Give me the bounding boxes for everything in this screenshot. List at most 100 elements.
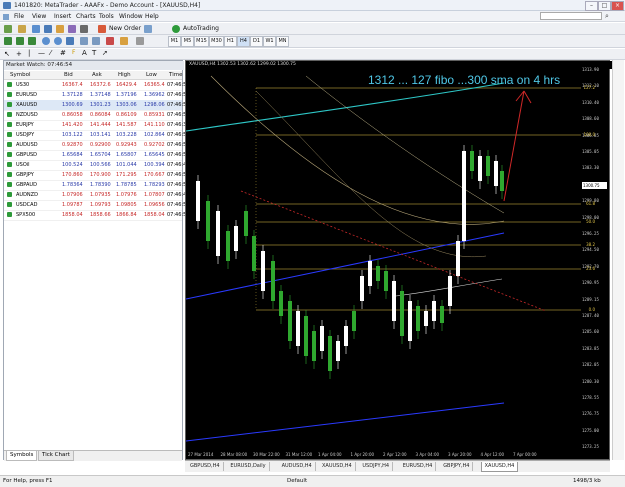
autotrading-button[interactable]: AutoTrading — [183, 25, 219, 32]
maximize-button[interactable]: □ — [598, 1, 611, 11]
symbol-icon — [7, 182, 12, 187]
market-watch-icon[interactable] — [32, 25, 40, 33]
chart-tab[interactable]: AUDUSD,H4 — [279, 462, 316, 471]
quote-cell: 1.36962 — [144, 92, 165, 98]
quote-cell: 1866.84 — [116, 212, 137, 218]
symbol-icon — [7, 152, 12, 157]
quote-cell: 170.667 — [144, 172, 165, 178]
col-time[interactable]: Time — [169, 72, 182, 78]
data-window-icon[interactable] — [44, 25, 52, 33]
trendline-icon[interactable]: ⁄ — [50, 49, 51, 57]
menu-charts[interactable]: Charts — [76, 13, 96, 20]
periods-icon[interactable] — [120, 37, 128, 45]
symbol-icon — [7, 142, 12, 147]
new-order-button[interactable]: New Order — [109, 25, 141, 32]
menu-tools[interactable]: Tools — [99, 13, 114, 20]
line-chart-icon[interactable] — [28, 37, 36, 45]
timeframe-h4[interactable]: H4 — [237, 36, 250, 47]
autotrading-icon[interactable] — [172, 25, 180, 33]
quote-cell: 16367.4 — [62, 82, 83, 88]
quote-cell: 0.85931 — [144, 112, 165, 118]
auto-scroll-icon[interactable] — [80, 37, 88, 45]
price-tick: 1305.05 — [582, 149, 599, 154]
symbol-name: US30 — [16, 82, 30, 88]
tab-symbols[interactable]: Symbols — [6, 451, 38, 461]
quote-cell: 1.09805 — [116, 202, 137, 208]
date-tick: 3 Apr 20:00 — [448, 452, 472, 457]
toolbar-drawing: ↖ + | — ⁄ # F A T ➚ — [0, 49, 625, 60]
market-watch-row[interactable]: SPX500 1858.04 1858.66 1866.84 1858.04 07:46:… — [4, 210, 189, 221]
chart-tab[interactable]: GBPUSD,H4 — [187, 462, 224, 471]
vertical-scrollbar[interactable] — [612, 60, 624, 460]
quote-cell: 1.37128 — [62, 92, 83, 98]
cursor-icon[interactable]: ↖ — [4, 50, 10, 58]
candle-body — [368, 261, 372, 286]
minimize-button[interactable]: – — [585, 1, 598, 11]
menu-file[interactable]: File — [14, 13, 24, 20]
col-low[interactable]: Low — [146, 72, 157, 78]
price-tick: 1313.90 — [582, 67, 599, 72]
timeframe-h1[interactable]: H1 — [224, 36, 237, 47]
crosshair-icon[interactable]: + — [16, 50, 22, 58]
chart-tab[interactable]: XAUUSD,H4 — [319, 462, 356, 471]
chart-tab[interactable]: USDJPY,H4 — [359, 462, 394, 471]
price-tick: 1280.30 — [582, 378, 599, 384]
menu-window[interactable]: Window — [119, 13, 143, 20]
timeframe-d1[interactable]: D1 — [250, 36, 263, 47]
templates-icon[interactable] — [136, 37, 144, 45]
symbol-name: AUDNZD — [16, 192, 38, 198]
navigator-icon[interactable] — [56, 25, 64, 33]
search-icon[interactable]: ⌕ — [605, 12, 609, 21]
horizontal-line-icon[interactable]: — — [38, 49, 45, 57]
price-chart[interactable] — [186, 61, 609, 459]
chart-tab[interactable]: GBPJPY,H4 — [440, 462, 474, 471]
new-chart-icon[interactable] — [4, 25, 12, 33]
chart-tab[interactable]: EURUSD,H4 — [400, 462, 437, 471]
candle-body — [320, 326, 324, 351]
date-tick: 4 Apr 12:00 — [480, 452, 505, 457]
symbol-name: SPX500 — [16, 212, 36, 218]
metaeditor-icon[interactable] — [144, 25, 152, 33]
zoom-out-icon[interactable] — [54, 37, 62, 45]
close-button[interactable]: × — [611, 1, 624, 11]
tab-tick-chart[interactable]: Tick Chart — [38, 451, 74, 461]
col-ask[interactable]: Ask — [92, 72, 102, 78]
chart-tab[interactable]: XAUUSD,H4 — [480, 462, 519, 472]
menu-insert[interactable]: Insert — [54, 13, 71, 20]
text-icon[interactable]: A — [82, 49, 87, 57]
col-symbol[interactable]: Symbol — [10, 72, 31, 78]
timeframe-m5[interactable]: M5 — [181, 36, 194, 47]
timeframe-mn[interactable]: MN — [276, 36, 289, 47]
col-bid[interactable]: Bid — [64, 72, 73, 78]
chart-tab[interactable]: EURUSD,Daily — [227, 462, 270, 471]
strategy-tester-icon[interactable] — [80, 25, 88, 33]
menu-help[interactable]: Help — [145, 13, 159, 20]
col-high[interactable]: High — [118, 72, 131, 78]
arrow-icon[interactable]: ➚ — [102, 49, 108, 57]
menu-view[interactable]: View — [32, 13, 46, 20]
candle-body — [486, 156, 490, 176]
tile-windows-icon[interactable] — [66, 37, 74, 45]
candles-icon[interactable] — [16, 37, 24, 45]
zoom-in-icon[interactable] — [42, 37, 50, 45]
chart-window[interactable]: XAUUSD,H4 1302.53 1302.62 1299.02 1300.7… — [185, 60, 612, 460]
search-input[interactable] — [540, 12, 602, 20]
vertical-line-icon[interactable]: | — [28, 49, 30, 57]
new-order-icon[interactable] — [98, 25, 106, 33]
indicators-icon[interactable] — [106, 37, 114, 45]
terminal-icon[interactable] — [68, 25, 76, 33]
profiles-icon[interactable] — [18, 25, 26, 33]
timeframe-m30[interactable]: M30 — [209, 36, 224, 47]
bar-chart-icon[interactable] — [4, 37, 12, 45]
quote-cell: 1.78364 — [62, 182, 83, 188]
fibonacci-icon[interactable]: F — [72, 49, 75, 56]
timeframe-m1[interactable]: M1 — [168, 36, 181, 47]
symbol-name: XAUUSD — [16, 102, 38, 108]
quote-cell: 1298.06 — [144, 102, 165, 108]
label-icon[interactable]: T — [92, 49, 96, 57]
timeframe-m15[interactable]: M15 — [194, 36, 209, 47]
timeframe-w1[interactable]: W1 — [263, 36, 276, 47]
quote-cell: 1.65807 — [116, 152, 137, 158]
channel-icon[interactable]: # — [60, 49, 66, 57]
chart-shift-icon[interactable] — [92, 37, 100, 45]
